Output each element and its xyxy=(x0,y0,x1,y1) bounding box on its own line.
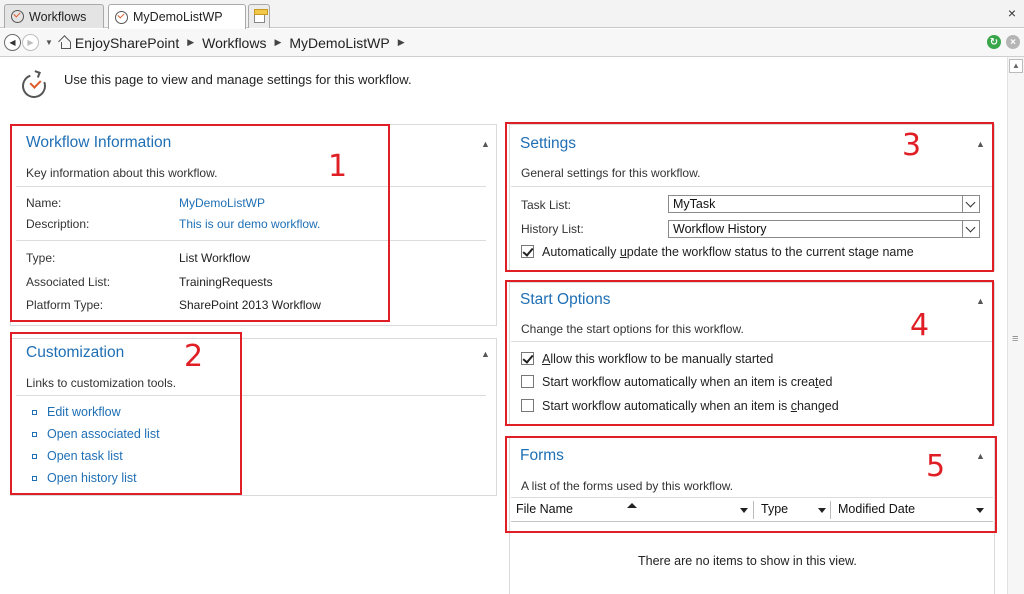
page-description: Use this page to view and manage setting… xyxy=(64,72,412,87)
new-document-icon xyxy=(254,9,268,23)
annotation-number-3: 3 xyxy=(902,128,922,163)
tab-workflows[interactable]: Workflows xyxy=(4,4,104,28)
breadcrumb-item-site[interactable]: EnjoySharePoint xyxy=(75,35,179,51)
tab-strip: Workflows MyDemoListWP × xyxy=(0,0,1024,29)
breadcrumb-separator[interactable]: ▶ xyxy=(398,37,405,48)
breadcrumb-separator[interactable]: ▶ xyxy=(274,37,281,48)
back-button[interactable]: ◀ xyxy=(4,34,21,51)
forward-button[interactable]: ▶ xyxy=(22,34,39,51)
vertical-scrollbar[interactable]: ▲ ≡ xyxy=(1007,57,1024,594)
tab-label: MyDemoListWP xyxy=(133,10,223,24)
refresh-icon[interactable]: ↻ xyxy=(987,35,1001,49)
tab-mydemolistwp[interactable]: MyDemoListWP xyxy=(108,4,246,29)
breadcrumb-separator[interactable]: ▶ xyxy=(187,37,194,48)
close-icon[interactable]: × xyxy=(1008,6,1016,20)
annotation-number-2: 2 xyxy=(184,339,204,374)
new-tab-button[interactable] xyxy=(248,4,270,28)
scroll-grip-icon[interactable]: ≡ xyxy=(1012,333,1018,345)
empty-message: There are no items to show in this view. xyxy=(638,554,857,568)
workflow-icon xyxy=(11,10,24,23)
tab-label: Workflows xyxy=(29,9,87,24)
annotation-number-4: 4 xyxy=(910,308,930,343)
breadcrumb-item-workflow[interactable]: MyDemoListWP xyxy=(289,35,389,51)
breadcrumb-item-workflows[interactable]: Workflows xyxy=(202,35,266,51)
workflow-icon xyxy=(115,10,128,24)
scroll-up-icon[interactable]: ▲ xyxy=(1009,59,1023,73)
stop-icon[interactable]: × xyxy=(1006,35,1020,49)
annotation-number-5: 5 xyxy=(926,449,946,484)
breadcrumb: ◀ ▶ ▼ EnjoySharePoint ▶ Workflows ▶ MyDe… xyxy=(0,29,1024,57)
annotation-box-2 xyxy=(10,332,242,495)
annotation-box-4 xyxy=(505,280,994,426)
annotation-number-1: 1 xyxy=(328,149,348,184)
annotation-box-5 xyxy=(505,436,997,533)
collapse-icon[interactable]: ▲ xyxy=(481,349,490,359)
home-icon xyxy=(58,37,72,49)
collapse-icon[interactable]: ▲ xyxy=(481,139,490,149)
chevron-down-icon[interactable]: ▼ xyxy=(45,38,53,47)
